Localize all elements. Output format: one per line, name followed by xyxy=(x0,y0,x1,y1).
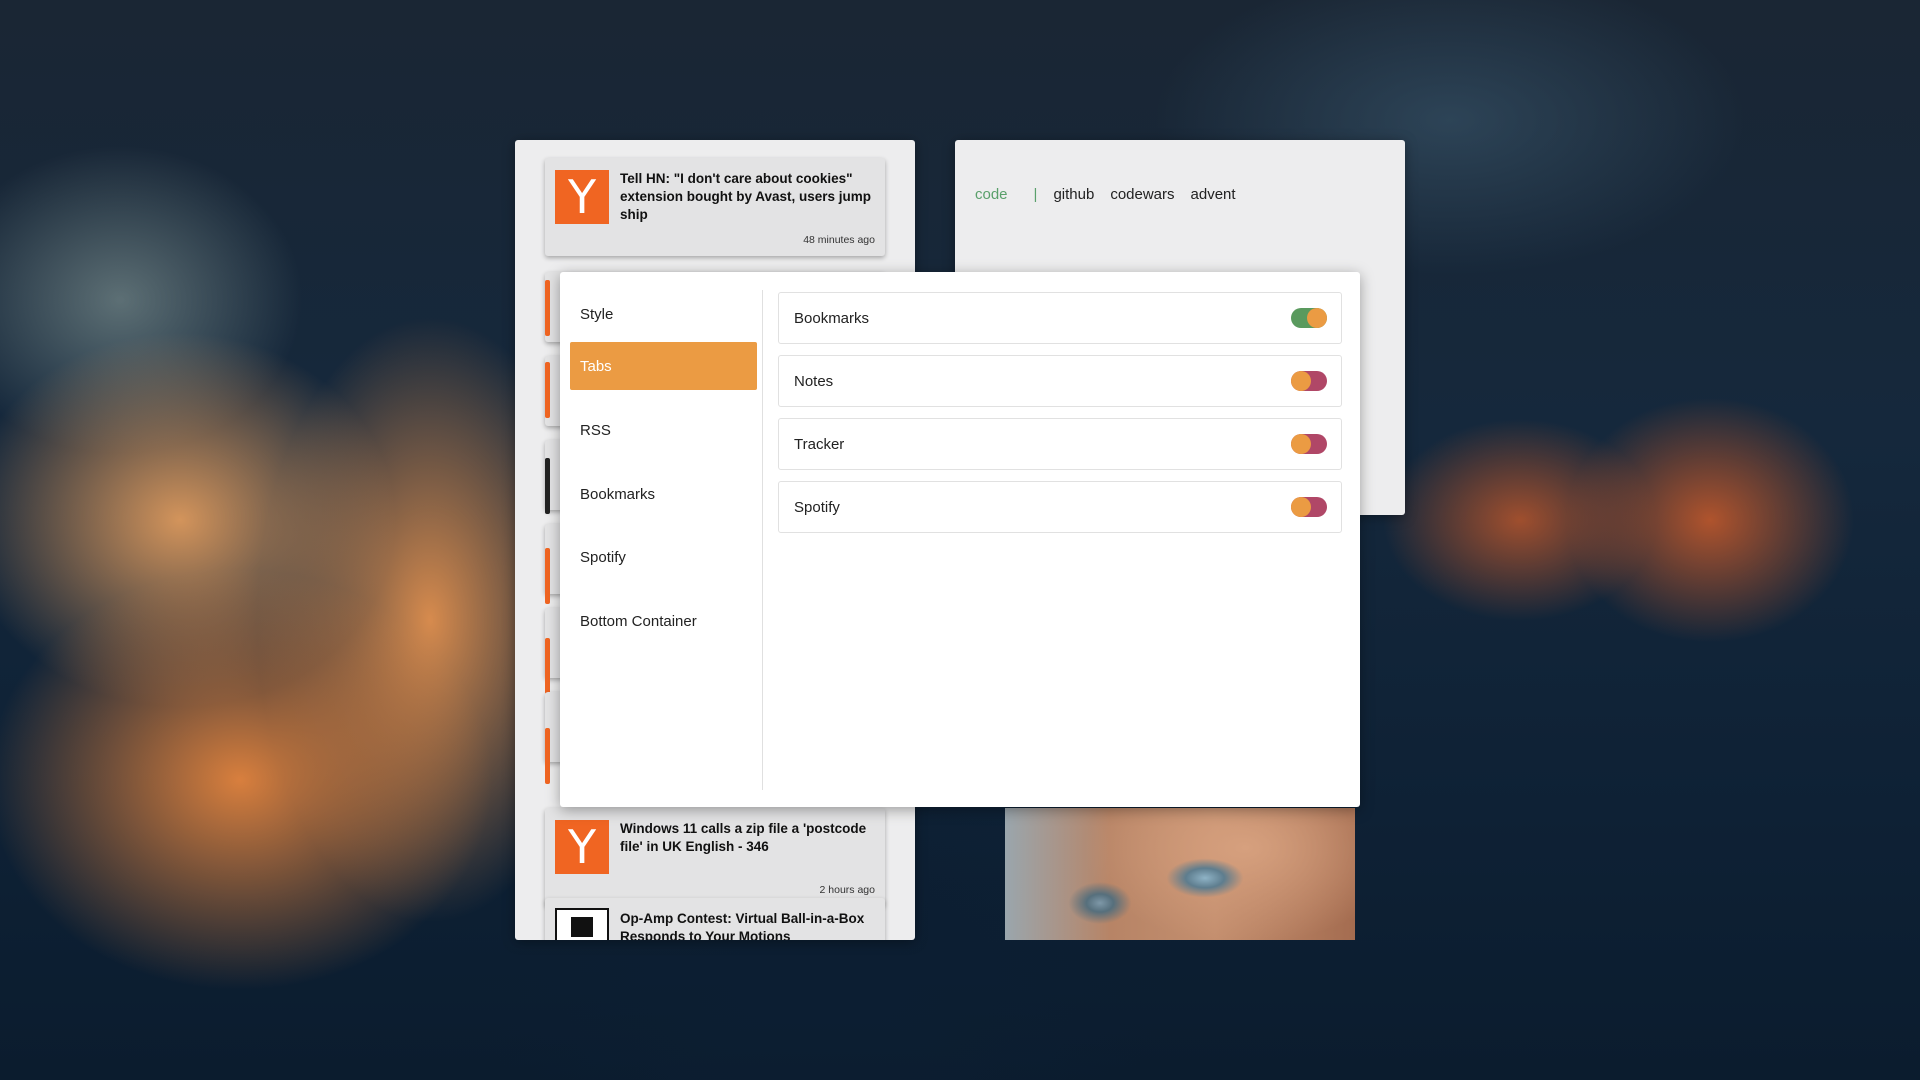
settings-menu: Style Tabs RSS Bookmarks Spotify Bottom Conta… xyxy=(570,290,763,790)
toggle-knob xyxy=(1291,497,1311,517)
toggle-knob xyxy=(1291,371,1311,391)
tab-toggle-switch[interactable] xyxy=(1291,497,1327,517)
hackaday-icon xyxy=(555,908,609,940)
tab-toggle-switch[interactable] xyxy=(1291,371,1327,391)
tab-toggle-row-notes: Notes xyxy=(778,355,1342,407)
feed-card[interactable]: Y Windows 11 calls a zip file a 'postcod… xyxy=(545,808,885,906)
feed-card[interactable]: Y Tell HN: "I don't care about cookies" … xyxy=(545,158,885,256)
toggle-knob xyxy=(1307,308,1327,328)
tab-toggle-row-bookmarks: Bookmarks xyxy=(778,292,1342,344)
links-row: code | github codewars advent xyxy=(975,186,1252,203)
feed-card-accent xyxy=(545,638,550,694)
tab-toggle-label: Bookmarks xyxy=(794,309,870,327)
settings-menu-item-style[interactable]: Style xyxy=(570,290,757,338)
feed-card-time: 2 hours ago xyxy=(819,884,875,896)
settings-menu-item-spotify[interactable]: Spotify xyxy=(570,533,757,581)
feed-card-accent xyxy=(545,280,550,336)
feed-card-accent xyxy=(545,728,550,784)
tab-toggle-label: Notes xyxy=(794,372,834,390)
feed-card-title[interactable]: Windows 11 calls a zip file a 'postcode … xyxy=(620,820,875,856)
feed-card-time: 48 minutes ago xyxy=(803,234,875,246)
feed-card-accent xyxy=(545,548,550,604)
tab-toggle-row-spotify: Spotify xyxy=(778,481,1342,533)
feed-card-accent xyxy=(545,458,550,514)
settings-menu-item-tabs[interactable]: Tabs xyxy=(570,342,757,390)
settings-menu-item-bookmarks[interactable]: Bookmarks xyxy=(570,470,757,518)
settings-menu-item-rss[interactable]: RSS xyxy=(570,406,757,454)
link-github[interactable]: github xyxy=(1053,186,1094,203)
toggle-knob xyxy=(1291,434,1311,454)
feed-card[interactable]: Op-Amp Contest: Virtual Ball-in-a-Box Re… xyxy=(545,898,885,940)
feed-card-title[interactable]: Tell HN: "I don't care about cookies" ex… xyxy=(620,170,875,224)
feed-card-accent xyxy=(545,362,550,418)
ycombinator-icon: Y xyxy=(555,170,609,224)
settings-menu-item-bottom-container[interactable]: Bottom Container xyxy=(570,597,757,645)
tab-toggle-switch[interactable] xyxy=(1291,434,1327,454)
feed-card-title[interactable]: Op-Amp Contest: Virtual Ball-in-a-Box Re… xyxy=(620,910,875,940)
link-codewars[interactable]: codewars xyxy=(1110,186,1174,203)
tab-toggle-label: Spotify xyxy=(794,498,840,516)
link-advent[interactable]: advent xyxy=(1191,186,1236,203)
tab-toggle-label: Tracker xyxy=(794,435,845,453)
tab-toggle-switch[interactable] xyxy=(1291,308,1327,328)
link-code[interactable]: code xyxy=(975,186,1008,203)
tab-toggle-row-tracker: Tracker xyxy=(778,418,1342,470)
artwork-image xyxy=(1005,808,1355,940)
ycombinator-icon: Y xyxy=(555,820,609,874)
link-separator: | xyxy=(1033,186,1038,203)
settings-modal: Style Tabs RSS Bookmarks Spotify Bottom Conta… xyxy=(560,272,1360,807)
